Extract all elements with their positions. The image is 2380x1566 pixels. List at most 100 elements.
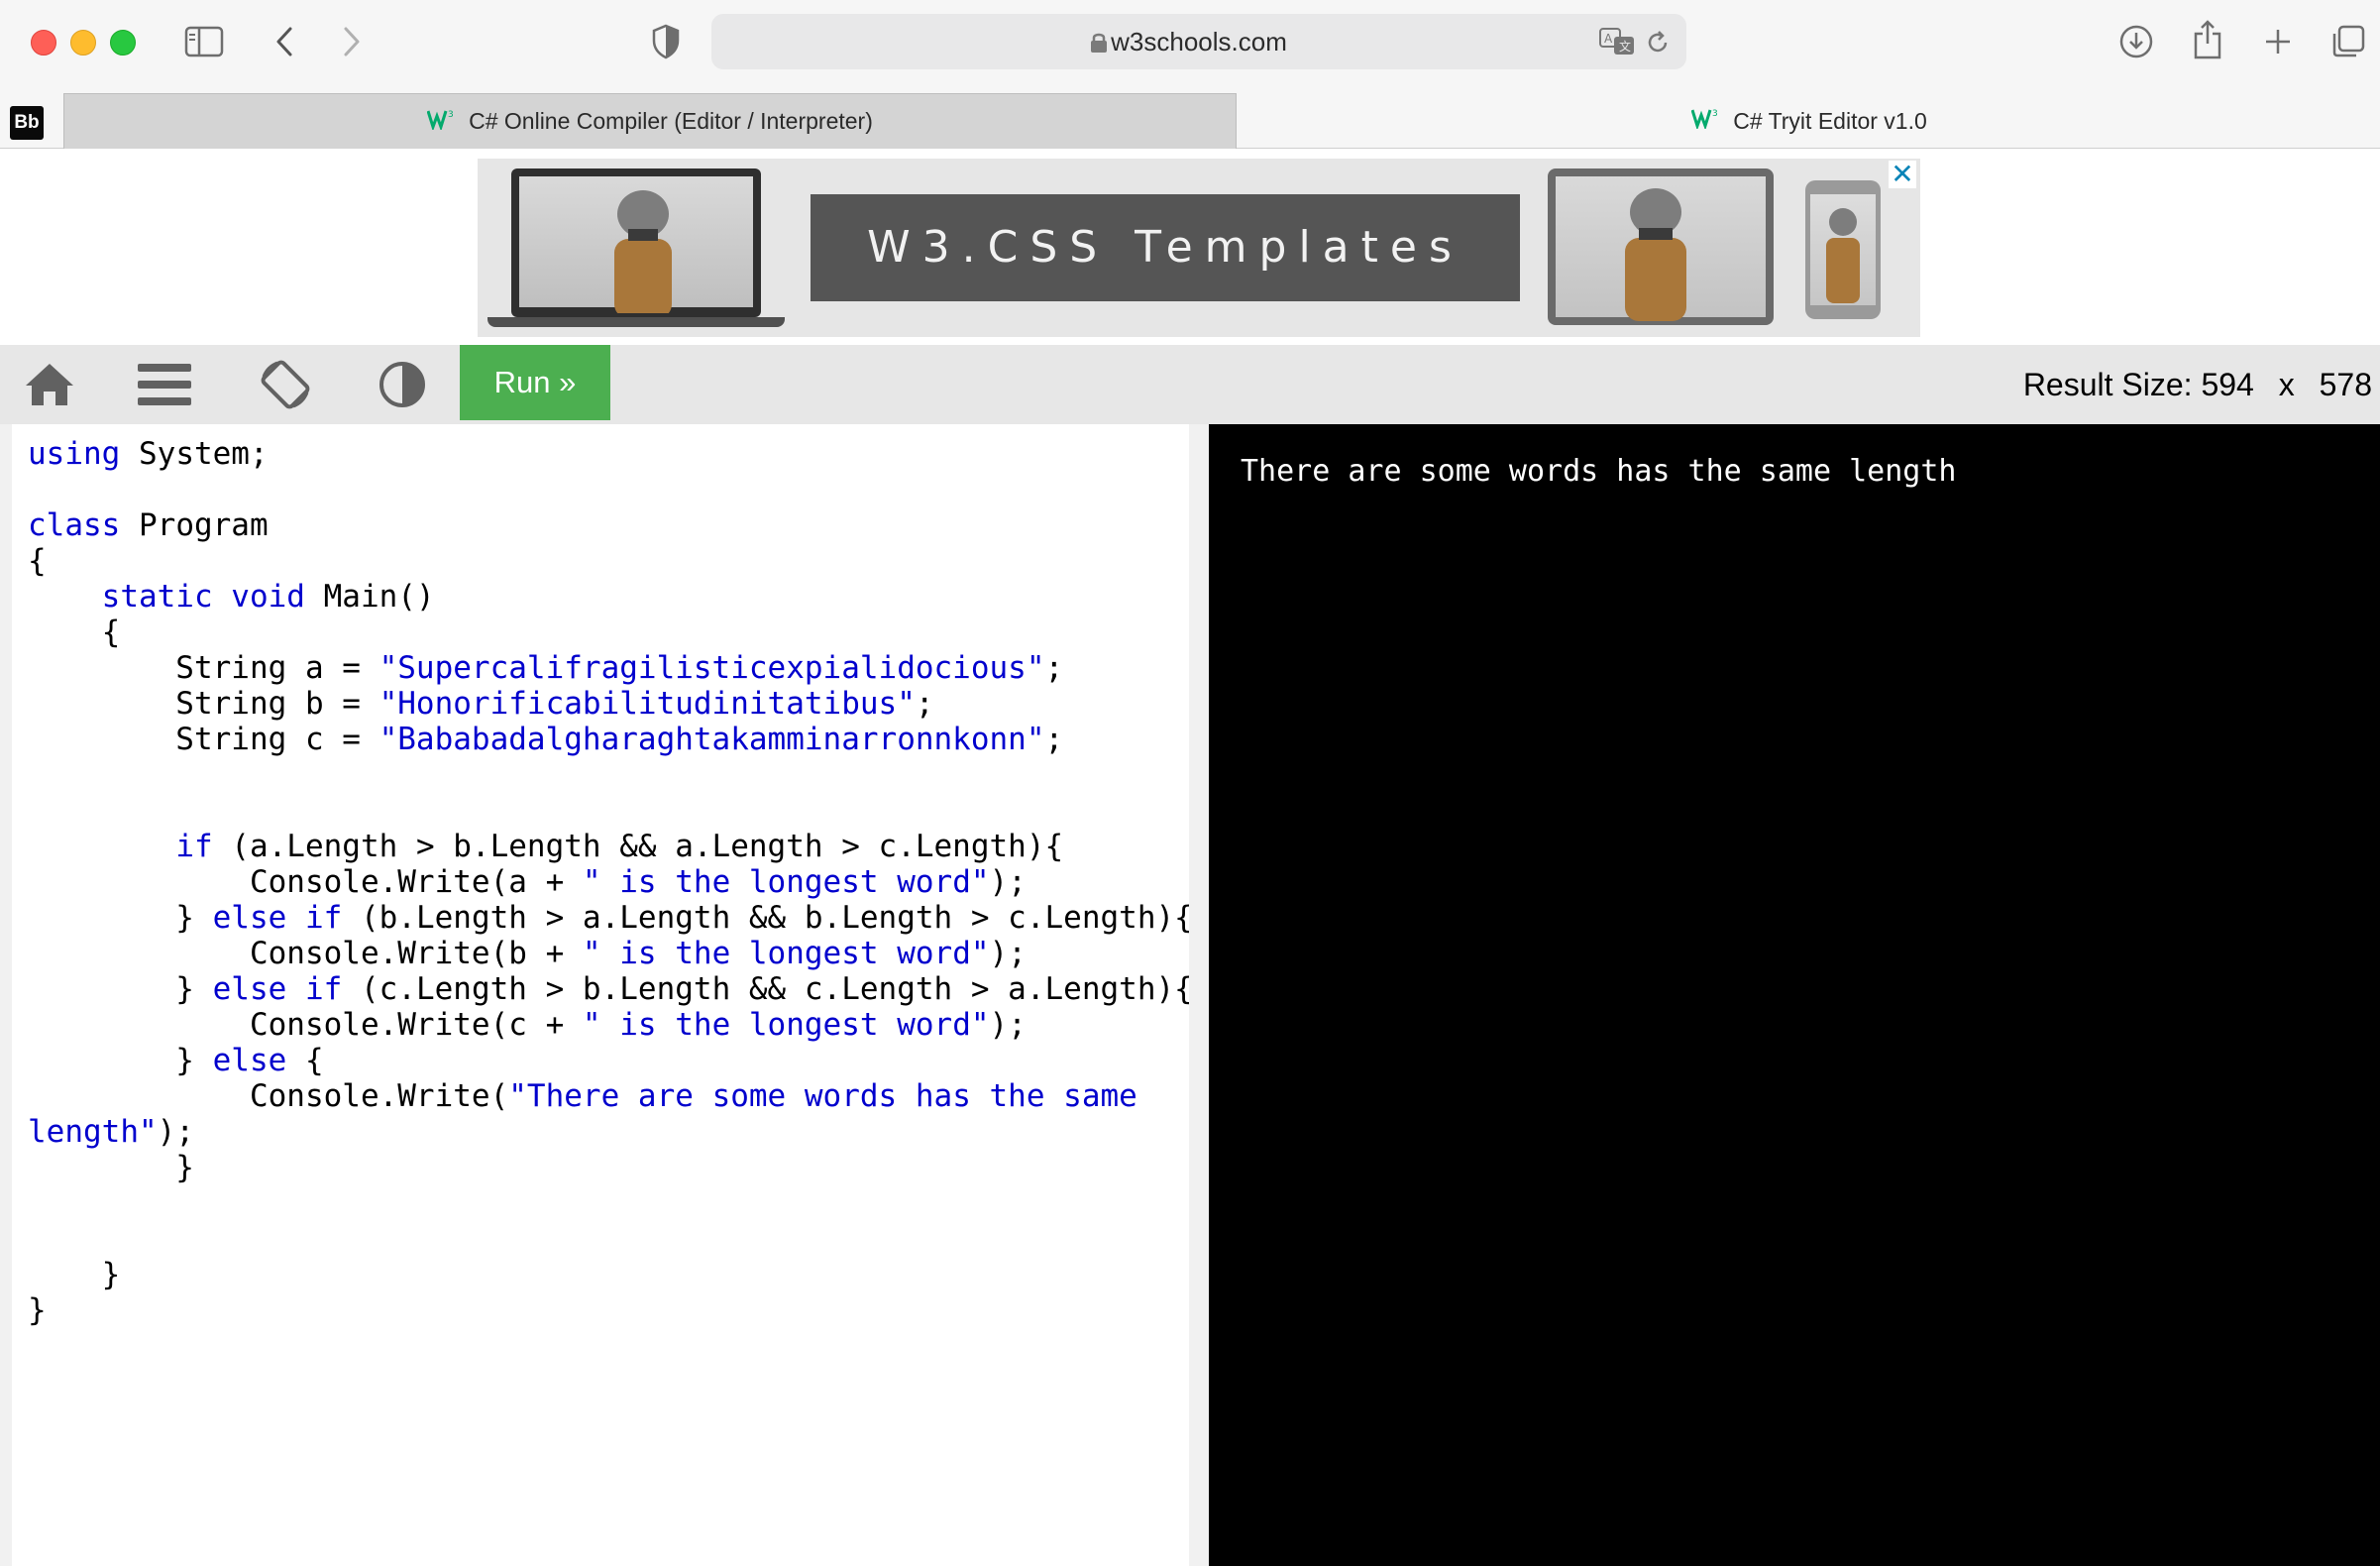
code-keyword: else	[212, 1043, 287, 1078]
result-width: 594	[2201, 367, 2254, 402]
code-line: }	[28, 1150, 1193, 1185]
code-text: ;	[1044, 722, 1064, 757]
result-size-label: Result Size:	[2022, 367, 2193, 402]
code-line: if (a.Length > b.Length && a.Length > c.…	[28, 829, 1193, 864]
code-text: Console.Write(c +	[28, 1007, 583, 1043]
code-text: {	[28, 543, 47, 579]
code-line: {	[28, 543, 1193, 579]
code-keyword: using	[28, 436, 121, 472]
svg-text:A: A	[1604, 32, 1613, 46]
ad-laptop-base	[487, 317, 785, 327]
code-keyword: else if	[212, 971, 343, 1007]
code-line: Console.Write("There are some words has …	[28, 1078, 1193, 1114]
svg-text:3: 3	[448, 110, 454, 120]
code-text: Console.Write(	[28, 1078, 509, 1114]
code-string: "Supercalifragilisticexpialidocious"	[379, 650, 1045, 686]
tab-label: C# Tryit Editor v1.0	[1733, 107, 1927, 134]
code-text: Program	[120, 507, 269, 543]
bookmark-favicon[interactable]: Bb	[10, 106, 44, 140]
code-text: );	[989, 864, 1027, 900]
tab-csharp-tryit-editor[interactable]: 3 C# Tryit Editor v1.0	[1239, 93, 2380, 149]
reload-icon[interactable]	[1643, 28, 1673, 57]
code-line: String c = "Bababadalgharaghtakamminarro…	[28, 722, 1193, 757]
ad-banner[interactable]: W3.CSS Templates	[478, 159, 1920, 337]
editor-panel: using System; class Program{ static void …	[0, 424, 1209, 1566]
code-text: }	[28, 1292, 47, 1328]
ad-tablet-image	[1548, 168, 1774, 325]
panel-divider[interactable]	[1189, 424, 1209, 1566]
code-text: Console.Write(b +	[28, 936, 583, 971]
code-line: } else {	[28, 1043, 1193, 1078]
code-text: }	[28, 1257, 121, 1292]
back-icon[interactable]	[270, 24, 299, 59]
code-text: Main()	[304, 579, 435, 615]
forward-icon[interactable]	[337, 24, 367, 59]
code-line: Console.Write(c + " is the longest word"…	[28, 1007, 1193, 1043]
svg-text:文: 文	[1619, 39, 1631, 54]
svg-text:3: 3	[1712, 109, 1718, 119]
code-keyword: if	[175, 829, 213, 864]
result-height: 578	[2319, 367, 2372, 402]
rotate-icon[interactable]	[254, 353, 317, 416]
code-line: class Program	[28, 507, 1193, 543]
zoom-window-button[interactable]	[110, 30, 136, 56]
close-window-button[interactable]	[31, 30, 56, 56]
code-line: }	[28, 1292, 1193, 1328]
code-text: Console.Write(a +	[28, 864, 583, 900]
code-line: } else if (b.Length > a.Length && b.Leng…	[28, 900, 1193, 936]
share-icon[interactable]	[2190, 18, 2225, 61]
home-icon[interactable]	[22, 353, 77, 416]
code-editor[interactable]: using System; class Program{ static void …	[12, 424, 1193, 1566]
code-string: " is the longest word"	[582, 936, 990, 971]
result-size-separator: x	[2278, 367, 2295, 402]
code-text: ;	[915, 686, 934, 722]
code-line: }	[28, 1257, 1193, 1292]
code-text: (a.Length > b.Length && a.Length > c.Len…	[212, 829, 1064, 864]
code-string: "Honorificabilitudinitatibus"	[379, 686, 916, 722]
code-text: {	[286, 1043, 324, 1078]
code-content[interactable]: using System; class Program{ static void …	[28, 436, 1193, 1328]
code-text: );	[157, 1114, 194, 1150]
code-line: } else if (c.Length > b.Length && c.Leng…	[28, 971, 1193, 1007]
browser-toolbar: w3schools.com A文	[0, 0, 2380, 85]
code-string: "There are some words has the same	[508, 1078, 1137, 1114]
translate-icon[interactable]: A文	[1597, 26, 1637, 57]
code-line: String b = "Honorificabilitudinitatibus"…	[28, 686, 1193, 722]
ad-banner-title: W3.CSS Templates	[811, 194, 1520, 301]
code-keyword: static void	[101, 579, 305, 615]
code-keyword: class	[28, 507, 121, 543]
download-icon[interactable]	[2116, 22, 2156, 61]
code-text: System;	[120, 436, 269, 472]
w3schools-icon: 3	[1690, 107, 1721, 135]
address-bar[interactable]: w3schools.com A文	[711, 14, 1686, 69]
code-text: String b =	[28, 686, 379, 722]
run-button[interactable]: Run »	[460, 345, 610, 420]
address-url: w3schools.com	[1111, 27, 1287, 56]
code-text: ;	[1044, 650, 1064, 686]
code-line: using System;	[28, 436, 1193, 472]
w3schools-icon: 3	[426, 108, 457, 136]
code-string: "Bababadalgharaghtakamminarronnkonn"	[379, 722, 1045, 757]
code-string: " is the longest word"	[582, 1007, 990, 1043]
menu-icon[interactable]	[135, 353, 194, 416]
sidebar-icon[interactable]	[184, 24, 224, 59]
code-line: length");	[28, 1114, 1193, 1150]
contrast-icon[interactable]	[375, 353, 430, 416]
new-tab-icon[interactable]	[2261, 24, 2295, 59]
code-line: Console.Write(b + " is the longest word"…	[28, 936, 1193, 971]
tab-csharp-online-compiler[interactable]: 3 C# Online Compiler (Editor / Interpret…	[63, 93, 1237, 149]
shield-icon[interactable]	[648, 22, 684, 61]
code-text: }	[28, 900, 213, 936]
ad-phone-image	[1805, 180, 1881, 319]
tabs-overview-icon[interactable]	[2328, 22, 2368, 61]
code-text: (c.Length > b.Length && c.Length > a.Len…	[342, 971, 1193, 1007]
code-text: String a =	[28, 650, 379, 686]
code-text: );	[989, 1007, 1027, 1043]
code-line: {	[28, 615, 1193, 650]
close-icon[interactable]: ✕	[1889, 161, 1916, 188]
minimize-window-button[interactable]	[70, 30, 96, 56]
